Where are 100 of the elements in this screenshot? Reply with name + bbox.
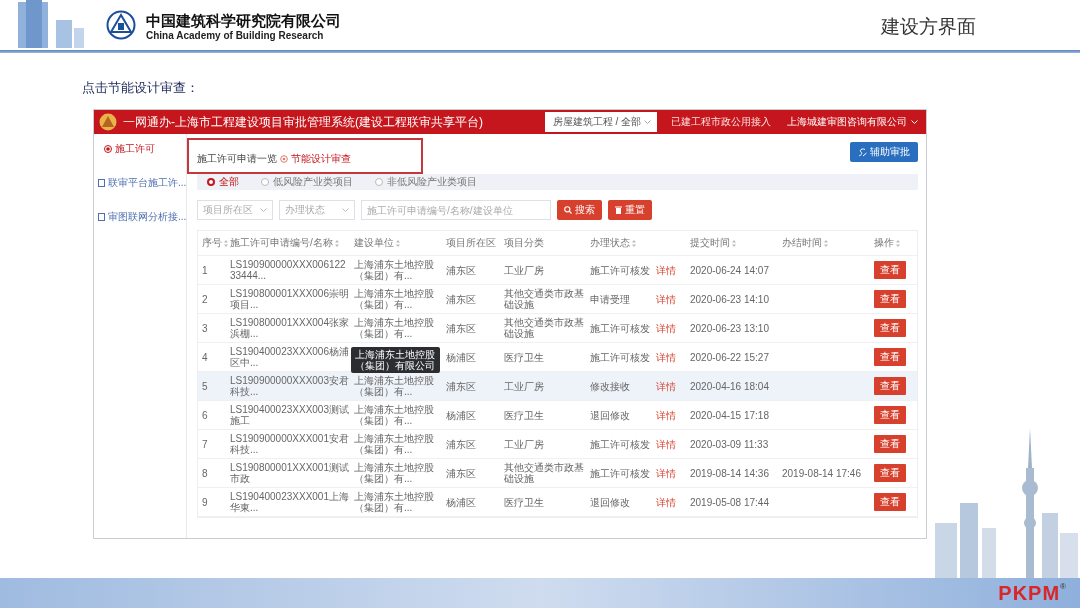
table-cell: LS190900000XXX003安君科技...: [230, 375, 349, 397]
table-cell: 2020-03-09 11:33: [690, 438, 769, 450]
view-button[interactable]: 查看: [874, 464, 906, 482]
table-cell: 上海浦东土地控股（集团）有...: [354, 404, 434, 426]
table-cell: 8: [202, 467, 208, 479]
table-cell: 5: [202, 380, 208, 392]
table-cell: 施工许可核发: [590, 322, 650, 334]
table-cell: 医疗卫生: [504, 351, 544, 363]
assist-button[interactable]: 辅助审批: [850, 142, 918, 162]
view-button[interactable]: 查看: [874, 261, 906, 279]
radio-option[interactable]: 全部: [207, 175, 239, 189]
table-cell: 2: [202, 293, 208, 305]
caret-icon: [342, 208, 349, 212]
detail-link[interactable]: 详情: [656, 380, 676, 392]
column-header[interactable]: 建设单位: [350, 236, 442, 250]
column-header: 项目分类: [503, 236, 545, 250]
table-cell: 2020-06-23 13:10: [690, 322, 769, 334]
table-cell: LS190800001XXX004张家浜棚...: [230, 317, 349, 339]
detail-link[interactable]: 详情: [656, 293, 676, 305]
app-title: 一网通办-上海市工程建设项目审批管理系统(建设工程联审共享平台): [123, 113, 484, 131]
sidebar-item[interactable]: 审图联网分析接...: [94, 208, 186, 226]
registered-mark: ®: [1060, 581, 1066, 591]
header-link[interactable]: 已建工程市政公用接入: [671, 115, 771, 129]
detail-link[interactable]: 详情: [656, 409, 676, 421]
detail-link[interactable]: 详情: [656, 351, 676, 363]
table-cell: 施工许可核发: [590, 438, 650, 450]
document-icon: [98, 213, 105, 221]
table-cell: 浦东区: [446, 380, 476, 392]
table-cell: 退回修改: [590, 496, 630, 508]
location-icon: [280, 155, 288, 163]
table-cell: 退回修改: [590, 409, 630, 421]
footer-logo: PKPM: [998, 581, 1061, 605]
caret-icon: [911, 120, 918, 124]
select-field[interactable]: 办理状态: [279, 200, 355, 220]
select-field[interactable]: 项目所在区: [197, 200, 273, 220]
signature-icon: [858, 147, 867, 157]
view-button[interactable]: 查看: [874, 319, 906, 337]
radio-option[interactable]: 低风险产业类项目: [261, 175, 353, 189]
trash-icon: [615, 206, 622, 214]
table-cell: 上海浦东土地控股（集团）有...: [354, 462, 434, 484]
view-button[interactable]: 查看: [874, 290, 906, 308]
table-cell: 其他交通类市政基础设施: [504, 462, 584, 484]
table-cell: 1: [202, 264, 208, 276]
building-icon: [16, 0, 86, 48]
sidebar-item[interactable]: 联审平台施工许...: [94, 174, 186, 192]
detail-link[interactable]: 详情: [656, 467, 676, 479]
table-cell: 2020-04-16 18:04: [690, 380, 769, 392]
table-cell: 杨浦区: [446, 409, 476, 421]
table-cell: LS190900000XXX001安君科技...: [230, 433, 349, 455]
table-cell: 2020-06-23 14:10: [690, 293, 769, 305]
search-button[interactable]: 搜索: [557, 200, 602, 220]
column-header[interactable]: 办理状态: [586, 236, 686, 250]
breadcrumb-item[interactable]: 施工许可申请一览: [197, 152, 277, 166]
radio-option[interactable]: 非低风险产业类项目: [375, 175, 477, 189]
table-cell: 7: [202, 438, 208, 450]
table-cell: LS190900000XXX00612233444...: [230, 259, 346, 281]
organization-name: 中国建筑科学研究院有限公司: [146, 12, 341, 30]
detail-link[interactable]: 详情: [656, 496, 676, 508]
table-cell: 上海浦东土地控股（集团）有...: [354, 259, 434, 281]
search-icon: [564, 206, 572, 214]
table-cell: 杨浦区: [446, 496, 476, 508]
table-cell: 上海浦东土地控股（集团）有...: [354, 375, 434, 397]
select-value: 房屋建筑工程 / 全部: [552, 115, 641, 129]
view-button[interactable]: 查看: [874, 406, 906, 424]
caret-icon: [260, 208, 267, 212]
reset-button[interactable]: 重置: [608, 200, 652, 220]
table-cell: LS190400023XXX003测试施工: [230, 404, 349, 426]
detail-link[interactable]: 详情: [656, 438, 676, 450]
search-field[interactable]: 施工许可申请编号/名称/建设单位: [361, 200, 551, 220]
column-header[interactable]: 办结时间: [778, 236, 870, 250]
table-cell: 2020-04-15 17:18: [690, 409, 769, 421]
table-cell: 工业厂房: [504, 380, 544, 392]
table-cell: 其他交通类市政基础设施: [504, 317, 584, 339]
table-cell: 上海浦东土地控股（集团）有...: [354, 288, 434, 310]
document-icon: [98, 179, 105, 187]
table-cell: 2020-06-24 14:07: [690, 264, 769, 276]
column-header[interactable]: 施工许可申请编号/名称: [226, 236, 350, 250]
detail-link[interactable]: 详情: [656, 264, 676, 276]
table-cell: 2019-05-08 17:44: [690, 496, 769, 508]
column-header[interactable]: 序号: [198, 236, 226, 250]
table-cell: 医疗卫生: [504, 496, 544, 508]
project-select[interactable]: 房屋建筑工程 / 全部: [544, 112, 657, 132]
caret-icon: [644, 120, 651, 124]
view-button[interactable]: 查看: [874, 377, 906, 395]
emblem-icon: [99, 113, 117, 131]
table-cell: 浦东区: [446, 293, 476, 305]
detail-link[interactable]: 详情: [656, 322, 676, 334]
column-header[interactable]: 提交时间: [686, 236, 778, 250]
table-cell: 2019-08-14 14:36: [690, 467, 769, 479]
breadcrumb-item[interactable]: 节能设计审查: [291, 152, 351, 166]
table-cell: 申请受理: [590, 293, 630, 305]
view-button[interactable]: 查看: [874, 435, 906, 453]
table-cell: 施工许可核发: [590, 351, 650, 363]
column-header[interactable]: 操作: [870, 236, 914, 250]
sidebar-item[interactable]: 施工许可: [94, 140, 186, 158]
view-button[interactable]: 查看: [874, 348, 906, 366]
table-cell: 浦东区: [446, 264, 476, 276]
view-button[interactable]: 查看: [874, 493, 906, 511]
instruction-text: 点击节能设计审查：: [82, 79, 200, 97]
table-cell: 9: [202, 496, 208, 508]
